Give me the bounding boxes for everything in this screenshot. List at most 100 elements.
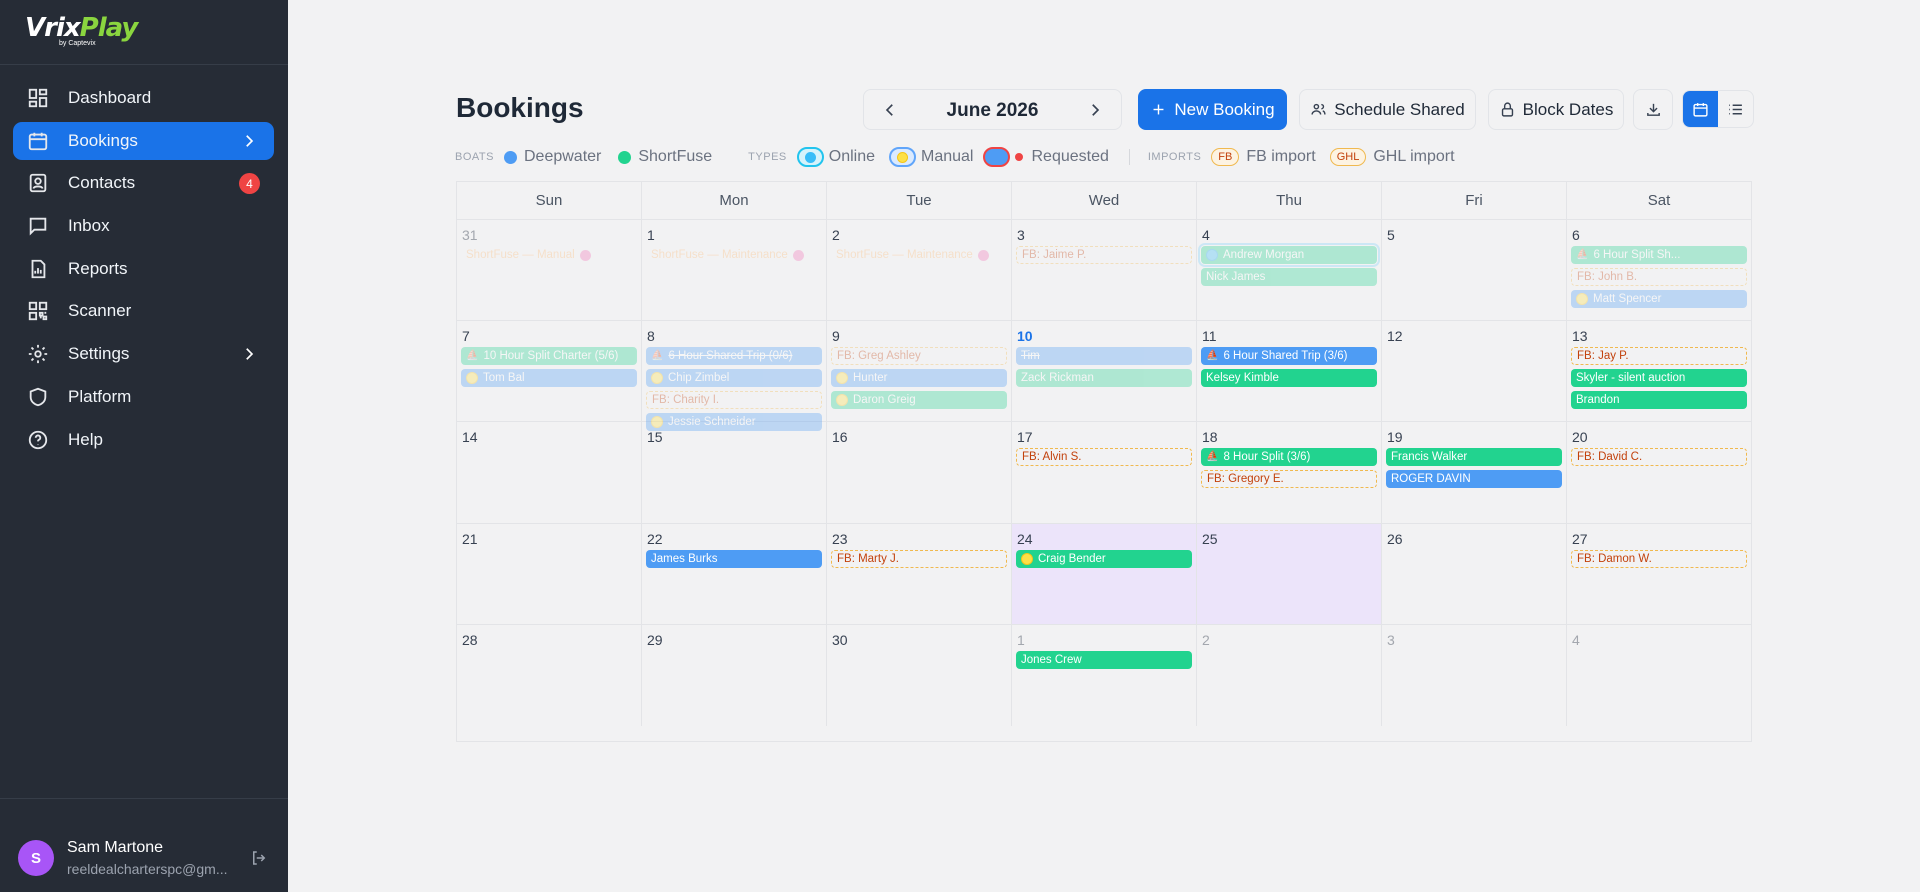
- day-cell[interactable]: 5: [1382, 220, 1567, 321]
- sidebar-item-contacts[interactable]: Contacts 4: [13, 164, 274, 202]
- day-cell[interactable]: 11 ⛵ 6 Hour Shared Trip (3/6) Kelsey Kimble: [1197, 321, 1382, 422]
- app-logo[interactable]: VrixPlay by Captevix: [25, 13, 138, 47]
- fb-import-event[interactable]: FB: Charity I.: [646, 391, 822, 410]
- sidebar-item-help[interactable]: Help: [13, 421, 274, 459]
- sidebar-item-platform[interactable]: Platform: [13, 378, 274, 416]
- sidebar-nav: Dashboard Bookings Contacts 4 Inbox Repo…: [13, 79, 274, 463]
- booking-event[interactable]: Jones Crew: [1016, 650, 1192, 669]
- booking-event[interactable]: Andrew Morgan: [1198, 243, 1380, 267]
- booking-event[interactable]: Skyler - silent auction: [1571, 369, 1747, 388]
- booking-event[interactable]: Hunter: [831, 369, 1007, 388]
- day-cell[interactable]: 24 Craig Bender: [1012, 523, 1197, 624]
- day-cell[interactable]: 15: [642, 422, 827, 523]
- booking-event[interactable]: Tom Bal: [461, 369, 637, 388]
- shield-icon: [27, 386, 49, 408]
- fb-import-event[interactable]: FB: Damon W.: [1571, 549, 1747, 568]
- booking-event[interactable]: ⛵ 10 Hour Split Charter (5/6): [461, 347, 637, 366]
- day-cell[interactable]: 1 ShortFuse — Maintenance: [642, 220, 827, 321]
- booking-event[interactable]: ShortFuse — Maintenance: [831, 246, 1007, 264]
- legend-type-manual[interactable]: Manual: [889, 147, 973, 167]
- fb-import-event[interactable]: FB: Jay P.: [1571, 347, 1747, 366]
- day-cell[interactable]: 31 ShortFuse — Manual: [457, 220, 642, 321]
- day-cell[interactable]: 21: [457, 523, 642, 624]
- booking-event[interactable]: Tim: [1016, 347, 1192, 366]
- booking-event[interactable]: ⛵ 6 Hour Split Sh...: [1571, 246, 1747, 264]
- day-cell[interactable]: 28: [457, 624, 642, 726]
- day-cell[interactable]: 8 ⛵ 6 Hour Shared Trip (0/6) Chip Zimbel FB:…: [642, 321, 827, 432]
- day-cell[interactable]: 3: [1382, 624, 1567, 726]
- fb-import-event[interactable]: FB: Greg Ashley: [831, 347, 1007, 366]
- day-cell[interactable]: 4 Andrew Morgan Nick James: [1197, 220, 1382, 321]
- day-cell[interactable]: 20 FB: David C.: [1567, 422, 1751, 522]
- booking-event[interactable]: ROGER DAVIN: [1386, 470, 1562, 489]
- booking-event[interactable]: Craig Bender: [1016, 549, 1192, 568]
- day-cell[interactable]: 2 ShortFuse — Maintenance: [827, 220, 1012, 321]
- day-cell[interactable]: 1 Jones Crew: [1012, 624, 1197, 726]
- fb-import-event[interactable]: FB: Gregory E.: [1201, 470, 1377, 489]
- legend-type-requested[interactable]: Requested: [983, 147, 1109, 167]
- legend-import-fb[interactable]: FB FB import: [1211, 148, 1316, 166]
- day-cell[interactable]: 7 ⛵ 10 Hour Split Charter (5/6) Tom Bal: [457, 321, 642, 422]
- day-cell[interactable]: 23 FB: Marty J.: [827, 523, 1012, 624]
- legend-boat-shortfuse[interactable]: ShortFuse: [618, 148, 712, 166]
- booking-event[interactable]: Kelsey Kimble: [1201, 369, 1377, 388]
- day-cell[interactable]: 14: [457, 422, 642, 523]
- day-cell[interactable]: 6 ⛵ 6 Hour Split Sh... FB: John B. Matt Spen…: [1567, 220, 1751, 320]
- day-cell[interactable]: 3 FB: Jaime P.: [1012, 220, 1197, 321]
- day-cell[interactable]: 12: [1382, 321, 1567, 422]
- day-cell[interactable]: 2: [1197, 624, 1382, 726]
- booking-event[interactable]: ⛵ 6 Hour Shared Trip (3/6): [1201, 347, 1377, 366]
- calendar-view-button[interactable]: [1683, 91, 1718, 127]
- booking-event[interactable]: ShortFuse — Maintenance: [646, 246, 822, 264]
- fb-import-event[interactable]: FB: Jaime P.: [1016, 246, 1192, 264]
- legend-import-ghl[interactable]: GHL GHL import: [1329, 148, 1455, 166]
- fb-import-event[interactable]: FB: Marty J.: [831, 549, 1007, 568]
- booking-event[interactable]: Brandon: [1571, 391, 1747, 410]
- day-events: FB: Jaime P.: [1016, 246, 1192, 268]
- legend-boat-deepwater[interactable]: Deepwater: [503, 148, 601, 166]
- sidebar-item-scanner[interactable]: Scanner: [13, 292, 274, 330]
- booking-event[interactable]: ⛵ 8 Hour Split (3/6): [1201, 448, 1377, 467]
- day-cell[interactable]: 27 FB: Damon W.: [1567, 524, 1751, 624]
- day-cell[interactable]: 4: [1567, 625, 1751, 726]
- block-dates-button[interactable]: Block Dates: [1488, 89, 1624, 130]
- new-booking-button[interactable]: New Booking: [1138, 89, 1287, 130]
- day-cell[interactable]: 22 James Burks: [642, 523, 827, 624]
- schedule-shared-button[interactable]: Schedule Shared: [1299, 89, 1476, 130]
- fb-import-event[interactable]: FB: David C.: [1571, 448, 1747, 467]
- day-cell[interactable]: 19 Francis Walker ROGER DAVIN: [1382, 422, 1567, 523]
- booking-event[interactable]: Francis Walker: [1386, 448, 1562, 467]
- day-cell[interactable]: 17 FB: Alvin S.: [1012, 422, 1197, 523]
- day-cell[interactable]: 13 FB: Jay P. Skyler - silent auction Brand…: [1567, 321, 1751, 421]
- booking-event[interactable]: Chip Zimbel: [646, 369, 822, 388]
- booking-event[interactable]: ⛵ 6 Hour Shared Trip (0/6): [646, 347, 822, 366]
- sidebar-item-dashboard[interactable]: Dashboard: [13, 79, 274, 117]
- day-cell[interactable]: 18 ⛵ 8 Hour Split (3/6) FB: Gregory E.: [1197, 422, 1382, 523]
- booking-event[interactable]: James Burks: [646, 549, 822, 568]
- booking-event[interactable]: Matt Spencer: [1571, 290, 1747, 308]
- weekday-header: Sun Mon Tue Wed Thu Fri Sat: [457, 182, 1751, 220]
- chevron-right-icon[interactable]: [1086, 101, 1104, 119]
- sidebar-item-inbox[interactable]: Inbox: [13, 207, 274, 245]
- inbox-icon: [27, 215, 49, 237]
- day-cell[interactable]: 26: [1382, 523, 1567, 624]
- list-view-button[interactable]: [1718, 91, 1753, 127]
- logout-icon[interactable]: [250, 849, 268, 872]
- sidebar-item-reports[interactable]: Reports: [13, 250, 274, 288]
- sidebar-item-bookings[interactable]: Bookings: [13, 121, 274, 160]
- booking-event[interactable]: ShortFuse — Manual: [461, 246, 637, 264]
- booking-event[interactable]: Zack Rickman: [1016, 369, 1192, 388]
- day-cell[interactable]: 9 FB: Greg Ashley Hunter Daron Greig: [827, 321, 1012, 422]
- booking-event[interactable]: Nick James: [1201, 268, 1377, 286]
- booking-event[interactable]: Daron Greig: [831, 391, 1007, 410]
- day-cell[interactable]: 30: [827, 624, 1012, 726]
- sidebar-item-settings[interactable]: Settings: [13, 335, 274, 373]
- day-cell[interactable]: 10 Tim Zack Rickman: [1012, 321, 1197, 422]
- day-cell[interactable]: 16: [827, 422, 1012, 523]
- fb-import-event[interactable]: FB: John B.: [1571, 268, 1747, 286]
- day-cell[interactable]: 25: [1197, 523, 1382, 624]
- day-cell[interactable]: 29: [642, 624, 827, 726]
- fb-import-event[interactable]: FB: Alvin S.: [1016, 448, 1192, 467]
- legend-type-online[interactable]: Online: [796, 147, 875, 167]
- download-button[interactable]: [1633, 89, 1673, 130]
